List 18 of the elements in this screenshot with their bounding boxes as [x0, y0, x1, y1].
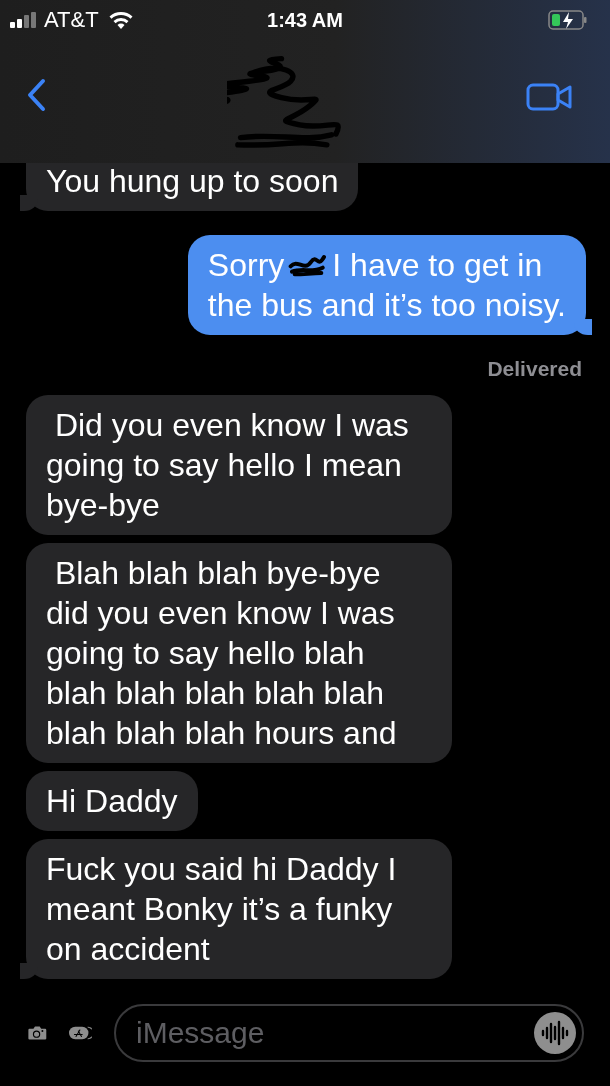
back-icon[interactable]: [26, 78, 46, 112]
signal-icon: [10, 12, 38, 28]
video-call-icon[interactable]: [526, 82, 572, 112]
carrier-name: AT&T: [44, 7, 99, 33]
message-text: Hi Daddy: [46, 782, 178, 821]
message-text: the bus and it’s too noisy.: [207, 286, 566, 325]
message-field[interactable]: iMessage: [114, 1004, 584, 1062]
message-text: You hung up to soon: [46, 163, 339, 201]
delivery-status: Delivered: [487, 357, 582, 381]
message-text: I have to get in: [332, 246, 543, 285]
message-text: Sorry: [207, 246, 285, 285]
message-text: Blah blah blah bye-bye did you even know I was going to say hello blah blah blah blah blah blah blah blah blah hours and: [46, 554, 398, 753]
redaction-scribble: [288, 252, 329, 278]
wifi-icon: [108, 11, 133, 29]
message-text: Fuck you said hi Daddy I meant Bonky it’s a funky on accident: [46, 850, 398, 969]
audio-icon[interactable]: [533, 1011, 577, 1055]
message-text: Did you even know I was going to say hello I mean bye-bye: [46, 406, 410, 525]
clock-time: 1:43 AM: [267, 8, 343, 32]
